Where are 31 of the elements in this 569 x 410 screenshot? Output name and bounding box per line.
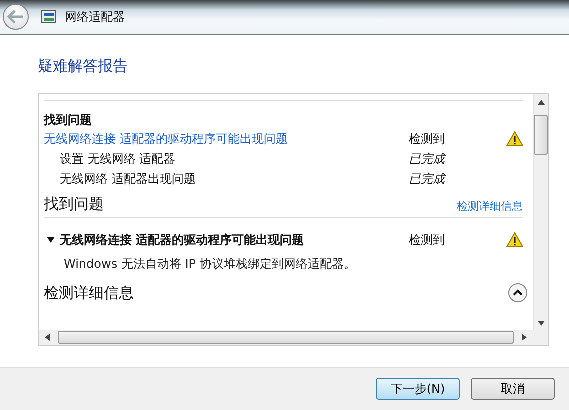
expand-toggle-icon[interactable] <box>46 236 56 244</box>
issue-title: 无线网络连接 适配器的驱动程序可能出现问题 <box>60 232 306 248</box>
vertical-scrollbar[interactable] <box>533 94 548 330</box>
scroll-down-icon[interactable] <box>538 321 544 326</box>
scrollbar-thumb[interactable] <box>58 331 514 344</box>
scroll-left-icon[interactable] <box>45 334 50 341</box>
issue-link[interactable]: 无线网络连接 适配器的驱动程序可能出现问题 <box>44 130 409 148</box>
window-title: 网络适配器 <box>65 8 125 26</box>
section-title: 检测详细信息 <box>44 284 134 302</box>
section-title: 找到问题 <box>44 195 104 214</box>
scrollbar-thumb[interactable] <box>534 115 548 155</box>
network-adapter-icon <box>41 10 57 24</box>
scroll-up-icon[interactable] <box>538 100 544 105</box>
page-heading: 疑难解答报告 <box>38 57 129 76</box>
status-text: 检测到 <box>409 232 446 248</box>
status-text: 已完成 <box>409 150 448 168</box>
details-link[interactable]: 检测详细信息 <box>457 199 523 214</box>
back-arrow-icon <box>7 10 25 24</box>
warning-icon <box>506 131 524 147</box>
status-text: 检测到 <box>409 130 446 148</box>
section-title: 找到问题 <box>44 112 93 129</box>
step-label: 设置 无线网络 适配器 <box>59 150 177 168</box>
issue-description: Windows 无法自动将 IP 协议堆栈绑定到网络适配器。 <box>63 256 357 273</box>
cancel-button[interactable]: 取消 <box>471 378 555 400</box>
scroll-right-icon[interactable] <box>522 334 527 341</box>
back-button[interactable] <box>3 4 29 30</box>
step-label: 无线网络 适配器出现问题 <box>59 170 197 188</box>
collapse-chevron-icon[interactable] <box>508 283 528 303</box>
next-button[interactable]: 下一步(N) <box>376 378 460 400</box>
warning-icon <box>506 232 524 248</box>
status-text: 已完成 <box>409 170 448 188</box>
